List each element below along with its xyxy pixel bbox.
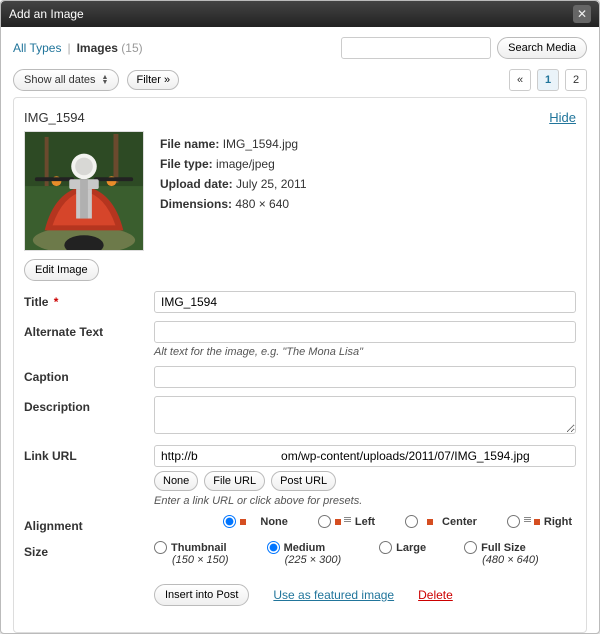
size-thumbnail-radio[interactable]: Thumbnail xyxy=(154,541,229,554)
close-icon[interactable]: ✕ xyxy=(573,5,591,23)
linkurl-none-button[interactable]: None xyxy=(154,471,198,491)
hide-link[interactable]: Hide xyxy=(549,110,576,125)
align-left-radio[interactable]: Left xyxy=(318,515,375,528)
required-asterisk: * xyxy=(50,295,58,309)
description-label: Description xyxy=(24,396,154,414)
size-full-radio[interactable]: Full Size xyxy=(464,541,539,554)
alt-input[interactable] xyxy=(154,321,576,343)
search-media-button[interactable]: Search Media xyxy=(497,37,587,59)
caption-input[interactable] xyxy=(154,366,576,388)
size-thumbnail-dim: (150 × 150) xyxy=(172,554,229,566)
upload-label: Upload date: xyxy=(160,177,233,191)
tab-images-count: (15) xyxy=(121,41,142,55)
dimensions-value: 480 × 640 xyxy=(235,197,289,211)
page-2-button[interactable]: 2 xyxy=(565,69,587,91)
align-none-radio[interactable]: None xyxy=(223,515,288,528)
dialog-titlebar: Add an Image ✕ xyxy=(1,1,599,27)
size-large-radio[interactable]: Large xyxy=(379,541,426,554)
dates-select[interactable]: Show all dates ▲▼ xyxy=(13,69,119,91)
upload-value: July 25, 2011 xyxy=(236,177,307,191)
filename-label: File name: xyxy=(160,137,219,151)
size-label: Size xyxy=(24,541,154,559)
alt-label: Alternate Text xyxy=(24,321,154,339)
select-caret-icon: ▲▼ xyxy=(102,75,109,85)
linkurl-post-button[interactable]: Post URL xyxy=(271,471,336,491)
linkurl-file-button[interactable]: File URL xyxy=(204,471,265,491)
delete-link[interactable]: Delete xyxy=(418,588,453,602)
page-1-button[interactable]: 1 xyxy=(537,69,559,91)
alignment-label: Alignment xyxy=(24,515,154,533)
linkurl-hint: Enter a link URL or click above for pres… xyxy=(154,495,576,507)
size-medium-radio[interactable]: Medium xyxy=(267,541,342,554)
title-label: Title xyxy=(24,295,48,309)
title-input[interactable] xyxy=(154,291,576,313)
filename-value: IMG_1594.jpg xyxy=(223,137,298,151)
linkurl-input[interactable] xyxy=(154,445,576,467)
description-textarea[interactable] xyxy=(154,396,576,434)
insert-into-post-button[interactable]: Insert into Post xyxy=(154,584,249,606)
linkurl-label: Link URL xyxy=(24,445,154,463)
tab-all-types[interactable]: All Types xyxy=(13,41,61,55)
media-list[interactable]: IMG_1594 Hide xyxy=(13,97,587,633)
align-right-radio[interactable]: Right xyxy=(507,515,572,528)
dimensions-label: Dimensions: xyxy=(160,197,232,211)
dialog-title: Add an Image xyxy=(9,7,84,21)
align-center-radio[interactable]: Center xyxy=(405,515,477,528)
page-prev-button[interactable]: « xyxy=(509,69,531,91)
edit-image-button[interactable]: Edit Image xyxy=(24,259,99,281)
use-featured-link[interactable]: Use as featured image xyxy=(273,588,394,602)
alt-hint: Alt text for the image, e.g. "The Mona L… xyxy=(154,346,576,358)
tab-images[interactable]: Images (15) xyxy=(77,41,143,55)
size-full-dim: (480 × 640) xyxy=(482,554,539,566)
filter-button[interactable]: Filter » xyxy=(127,70,179,90)
caption-label: Caption xyxy=(24,366,154,384)
search-input[interactable] xyxy=(341,37,491,59)
tab-separator: | xyxy=(67,41,70,55)
filetype-value: image/jpeg xyxy=(216,157,275,171)
thumbnail-image xyxy=(24,131,144,251)
filetype-label: File type: xyxy=(160,157,213,171)
item-name: IMG_1594 xyxy=(24,110,85,125)
size-medium-dim: (225 × 300) xyxy=(285,554,342,566)
